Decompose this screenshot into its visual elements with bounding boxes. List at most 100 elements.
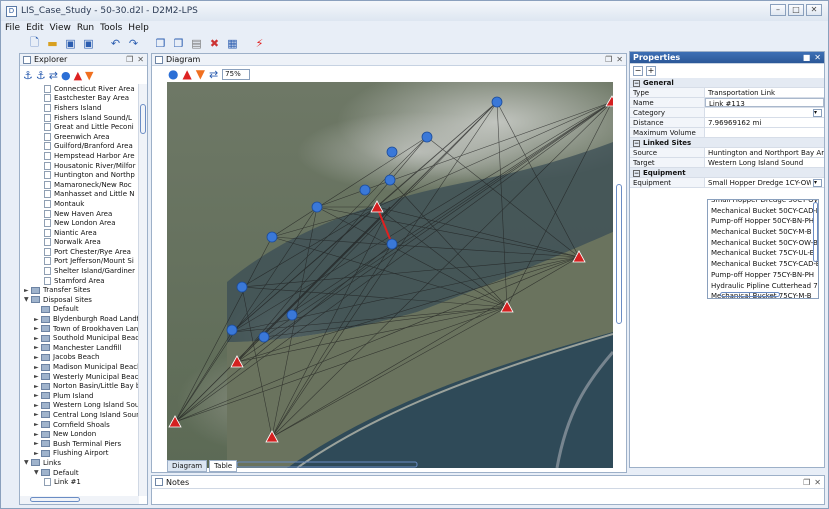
menu-run[interactable]: Run [77, 23, 94, 33]
section-linked-sites[interactable]: − Linked Sites [630, 138, 824, 148]
minimize-button[interactable]: – [770, 4, 786, 16]
expand-arrow-icon[interactable]: ► [34, 431, 41, 438]
prop-row-distance[interactable]: Distance 7.96969162 mi [630, 118, 824, 128]
explorer-hscrollbar[interactable] [20, 496, 139, 504]
tree-folder[interactable]: ► Norton Basin/Little Bay bo [20, 381, 139, 391]
tree-folder[interactable]: ► Flushing Airport [20, 449, 139, 459]
tree-folder[interactable]: ► Westerly Municipal Beach [20, 372, 139, 382]
link-tool-icon[interactable]: ⇄ [209, 68, 218, 81]
triangle-site-icon[interactable]: ▲ [182, 67, 191, 81]
tree-item[interactable]: Montauk [20, 199, 139, 209]
run-icon[interactable]: ⚡ [252, 36, 267, 51]
tree-folder[interactable]: ► Blydenburgh Road Landfill [20, 314, 139, 324]
restore-icon[interactable]: ❐ [126, 55, 133, 64]
tree-folder[interactable]: ► Town of Brookhaven Land [20, 324, 139, 334]
prop-row-source[interactable]: Source Huntington and Northport Bay Area [630, 148, 824, 158]
tree-folder[interactable]: ► Southold Municipal Beach [20, 333, 139, 343]
section-general[interactable]: − General [630, 78, 824, 88]
expand-arrow-icon[interactable]: ► [34, 450, 41, 457]
close-icon[interactable]: ✕ [137, 55, 144, 64]
tree-item[interactable]: Connecticut River Area [20, 84, 139, 94]
save-all-icon[interactable]: ▣ [81, 36, 96, 51]
dropdown-option[interactable]: Small Hopper Dredge 50CY-OW-H [708, 200, 818, 206]
expand-arrow-icon[interactable]: ► [34, 421, 41, 428]
maximize-button[interactable]: □ [788, 4, 804, 16]
tree-folder[interactable]: ► Madison Municipal Beach [20, 362, 139, 372]
diagram-vscroll-thumb[interactable] [616, 184, 622, 324]
triangle-site-icon[interactable]: ▲ [74, 69, 82, 82]
tree-folder[interactable]: ▼ Disposal Sites [20, 295, 139, 305]
zoom-select[interactable]: 75% [222, 68, 251, 80]
tab-table[interactable]: Table [209, 460, 238, 472]
tree-folder[interactable]: ► Central Long Island Sound [20, 410, 139, 420]
clipboard-icon[interactable]: ▤ [189, 36, 204, 51]
menu-help[interactable]: Help [128, 23, 149, 33]
paste-icon[interactable]: ❐ [171, 36, 186, 51]
redo-icon[interactable]: ↷ [126, 36, 141, 51]
expand-arrow-icon[interactable]: ▼ [24, 459, 31, 466]
dropdown-option[interactable]: Pump-off Hopper 75CY-BN-PH [708, 270, 818, 281]
tree-item[interactable]: New London Area [20, 218, 139, 228]
menu-view[interactable]: View [50, 23, 71, 33]
expand-arrow-icon[interactable]: ► [34, 364, 41, 371]
anchor-add-icon[interactable]: ⚓ [36, 69, 46, 82]
close-icon[interactable]: ✕ [616, 55, 623, 64]
expand-arrow-icon[interactable]: ► [34, 354, 41, 361]
prop-row-equipment[interactable]: Equipment Small Hopper Dredge 1CY-OW-H ▾ [630, 178, 824, 188]
expand-arrow-icon[interactable]: ► [24, 287, 31, 294]
tree-folder[interactable]: ► Jacobs Beach [20, 353, 139, 363]
expand-arrow-icon[interactable]: ► [34, 325, 41, 332]
transfer-site-icon[interactable]: ▼ [85, 69, 93, 82]
prop-row-target[interactable]: Target Western Long Island Sound [630, 158, 824, 168]
tree-folder[interactable]: ► Western Long Island Sour [20, 401, 139, 411]
notes-textarea[interactable] [152, 488, 824, 504]
undo-icon[interactable]: ↶ [108, 36, 123, 51]
tree-folder[interactable]: ► Bush Terminal Piers [20, 439, 139, 449]
tree-item[interactable]: Housatonic River/Milfor [20, 161, 139, 171]
expand-arrow-icon[interactable]: ► [34, 373, 41, 380]
new-file-icon[interactable]: 🗋 [27, 36, 42, 51]
tab-diagram[interactable]: Diagram [167, 460, 208, 472]
expand-arrow-icon[interactable]: ▼ [24, 296, 31, 303]
close-icon[interactable]: ✕ [814, 53, 821, 62]
open-folder-icon[interactable]: ▬ [45, 36, 60, 51]
dropdown-option[interactable]: Mechanical Bucket 75CY-UL-B [708, 248, 818, 259]
save-icon[interactable]: ▣ [63, 36, 78, 51]
expand-arrow-icon[interactable]: ► [34, 316, 41, 323]
menu-edit[interactable]: Edit [26, 23, 43, 33]
dropdown-option[interactable]: Mechanical Bucket 75CY-CAD-B [708, 259, 818, 270]
tree-item[interactable]: Hempstead Harbor Are [20, 151, 139, 161]
menu-file[interactable]: File [5, 23, 20, 33]
prop-row-category[interactable]: Category ▾ [630, 108, 824, 118]
prop-row-max-volume[interactable]: Maximum Volume [630, 128, 824, 138]
tree-folder[interactable]: Default [20, 305, 139, 315]
close-icon[interactable]: ✕ [814, 478, 821, 487]
tree-item[interactable]: Eastchester Bay Area [20, 94, 139, 104]
expand-arrow-icon[interactable]: ► [34, 411, 41, 418]
tree-folder[interactable]: ► Transfer Sites [20, 285, 139, 295]
tree-item[interactable]: Stamford Area [20, 276, 139, 286]
expand-arrow-icon[interactable]: ► [34, 402, 41, 409]
expand-arrow-icon[interactable]: ► [34, 440, 41, 447]
expand-arrow-icon[interactable]: ► [34, 344, 41, 351]
tree-item[interactable]: Fishers Island Sound/L [20, 113, 139, 123]
minimize-icon[interactable]: ■ [803, 53, 811, 62]
circle-site-icon[interactable]: ● [168, 67, 178, 81]
tree-item[interactable]: Huntington and Northp [20, 170, 139, 180]
menu-tools[interactable]: Tools [100, 23, 122, 33]
tree-item[interactable]: Norwalk Area [20, 238, 139, 248]
dropdown-option[interactable]: Pump-off Hopper 50CY-BN-PH [708, 216, 818, 227]
section-equipment[interactable]: − Equipment [630, 168, 824, 178]
tree-folder[interactable]: ► New London [20, 429, 139, 439]
dropdown-option[interactable]: Mechanical Bucket 50CY-CAD-B [708, 206, 818, 217]
dropdown-scroll-thumb[interactable] [813, 202, 818, 262]
category-dropdown-icon[interactable]: ▾ [813, 109, 822, 117]
dropdown-option[interactable]: Hydraulic Pipline Cutterhead 75CY [708, 281, 818, 292]
equipment-dropdown-icon[interactable]: ▾ [813, 179, 822, 187]
tree-folder[interactable]: ▼ Links [20, 458, 139, 468]
tree-folder[interactable]: ► Cornfield Shoals [20, 420, 139, 430]
tree-item[interactable]: Fishers Island [20, 103, 139, 113]
expand-arrow-icon[interactable]: ► [34, 335, 41, 342]
restore-icon[interactable]: ❐ [803, 478, 810, 487]
link-icon[interactable]: ⇄ [49, 69, 58, 82]
